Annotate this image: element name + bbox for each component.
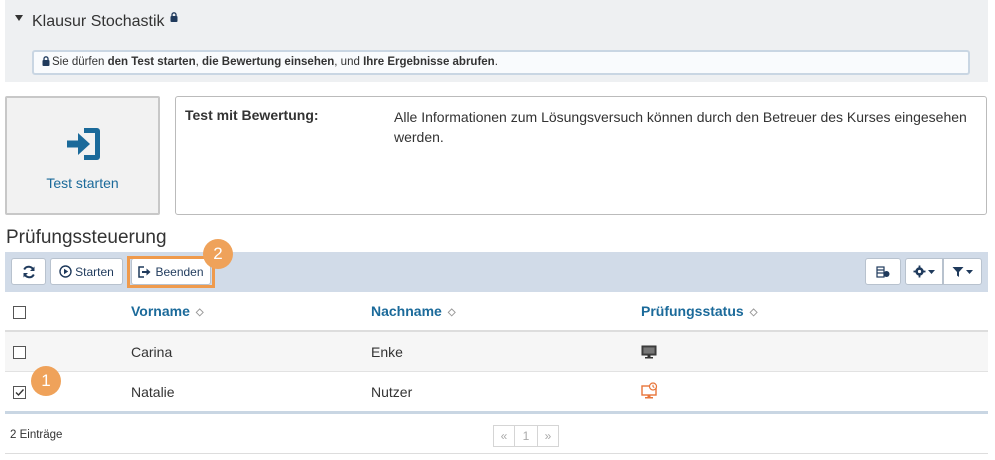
pagination-next-button[interactable]: »	[537, 425, 559, 447]
table-header-row: Vorname ◇ Nachname ◇ Prüfungsstatus ◇	[5, 292, 988, 332]
table-settings-icon	[876, 265, 890, 278]
play-circle-icon	[59, 265, 72, 278]
cell-firstname: Natalie	[131, 384, 175, 400]
start-test-button[interactable]: Test starten	[5, 96, 160, 215]
row-checkbox-checked[interactable]	[13, 386, 26, 399]
sort-icon: ◇	[447, 307, 456, 318]
lock-icon	[170, 9, 178, 27]
collapse-caret-icon[interactable]	[15, 15, 23, 21]
gear-icon	[913, 265, 926, 278]
refresh-icon	[22, 265, 36, 279]
table-row[interactable]: Natalie Nutzer	[5, 372, 988, 414]
select-all-checkbox[interactable]	[13, 306, 26, 319]
monitor-alert-icon	[641, 382, 658, 402]
pagination-prev-button[interactable]: «	[493, 425, 515, 447]
section-title: Prüfungssteuerung	[6, 227, 167, 248]
permission-notice: Sie dürfen den Test starten, die Bewertu…	[32, 50, 970, 75]
cell-lastname: Enke	[371, 344, 403, 360]
sort-icon: ◇	[749, 307, 758, 318]
info-value: Alle Informationen zum Lösungsversuch kö…	[394, 109, 967, 145]
filter-dropdown-button[interactable]	[943, 258, 982, 285]
refresh-button[interactable]	[11, 258, 46, 285]
entries-count: 2 Einträge	[10, 429, 63, 441]
step-marker-1: 1	[31, 366, 61, 396]
step-marker-2: 2	[203, 239, 233, 269]
cell-firstname: Carina	[131, 344, 173, 360]
pagination-page-1[interactable]: 1	[515, 425, 537, 447]
column-chooser-button[interactable]	[865, 258, 901, 285]
caret-down-icon	[928, 269, 935, 274]
filter-icon	[952, 266, 964, 278]
cell-lastname: Nutzer	[371, 384, 413, 400]
start-test-label: Test starten	[46, 175, 119, 191]
sign-in-icon	[64, 125, 102, 166]
course-header-panel: Klausur Stochastik Sie dürfen den Test s…	[5, 0, 988, 82]
lock-icon	[42, 53, 50, 74]
column-header-lastname[interactable]: Nachname ◇	[371, 303, 456, 319]
settings-dropdown-button[interactable]	[905, 258, 943, 285]
divider	[5, 453, 988, 454]
start-exam-button[interactable]: Starten	[50, 258, 123, 285]
pagination: « 1 »	[493, 425, 559, 447]
sort-icon: ◇	[195, 307, 204, 318]
start-exam-label: Starten	[75, 264, 114, 279]
column-header-firstname[interactable]: Vorname ◇	[131, 303, 204, 319]
row-checkbox[interactable]	[13, 346, 26, 359]
assessment-info-box: Test mit Bewertung: Alle Informationen z…	[175, 96, 987, 215]
table-row[interactable]: Carina Enke	[5, 332, 988, 372]
monitor-icon	[641, 345, 657, 362]
column-header-status[interactable]: Prüfungsstatus ◇	[641, 303, 757, 319]
caret-down-icon	[966, 269, 973, 274]
info-key: Test mit Bewertung:	[185, 107, 319, 123]
end-button-highlight	[127, 256, 215, 288]
course-title: Klausur Stochastik	[32, 12, 178, 31]
